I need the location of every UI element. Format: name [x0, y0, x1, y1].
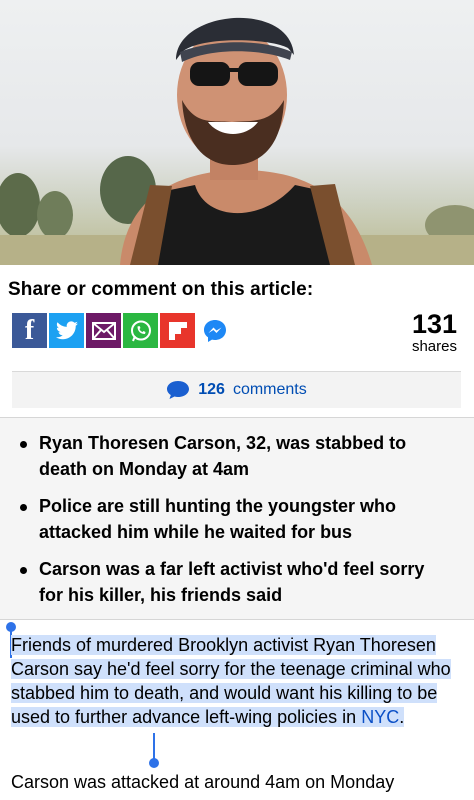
paragraph-end: . [399, 707, 405, 727]
share-count: 131 shares [411, 309, 457, 355]
article-paragraph-2: Carson was attacked at around 4am on Mon… [11, 772, 395, 792]
comments-label: comments [232, 381, 307, 398]
share-icons: f [12, 313, 232, 348]
whatsapp-icon[interactable] [123, 313, 158, 348]
share-count-number: 131 [411, 309, 457, 339]
article-highlights: Ryan Thoresen Carson, 32, was stabbed to… [0, 417, 474, 620]
flipboard-icon[interactable] [160, 313, 195, 348]
comment-bubble-icon [167, 381, 190, 399]
selection-end-handle[interactable] [149, 758, 159, 768]
share-heading: Share or comment on this article: [8, 279, 314, 300]
facebook-icon[interactable]: f [12, 313, 47, 348]
messenger-icon[interactable] [197, 313, 232, 348]
highlight-item: Carson was a far left activist who'd fee… [20, 556, 429, 608]
twitter-icon[interactable] [49, 313, 84, 348]
selection-end-caret [153, 733, 155, 761]
article-paragraph[interactable]: Friends of murdered Brooklyn activist Ry… [11, 633, 463, 729]
highlight-item: Ryan Thoresen Carson, 32, was stabbed to… [20, 430, 429, 482]
comments-count: 126 [198, 381, 225, 398]
article-photo [0, 0, 474, 265]
highlight-item: Police are still hunting the youngster w… [20, 493, 429, 545]
comments-button[interactable]: 126 comments [12, 371, 461, 408]
share-count-label: shares [411, 338, 457, 355]
email-icon[interactable] [86, 313, 121, 348]
nyc-link[interactable]: NYC [361, 707, 399, 727]
